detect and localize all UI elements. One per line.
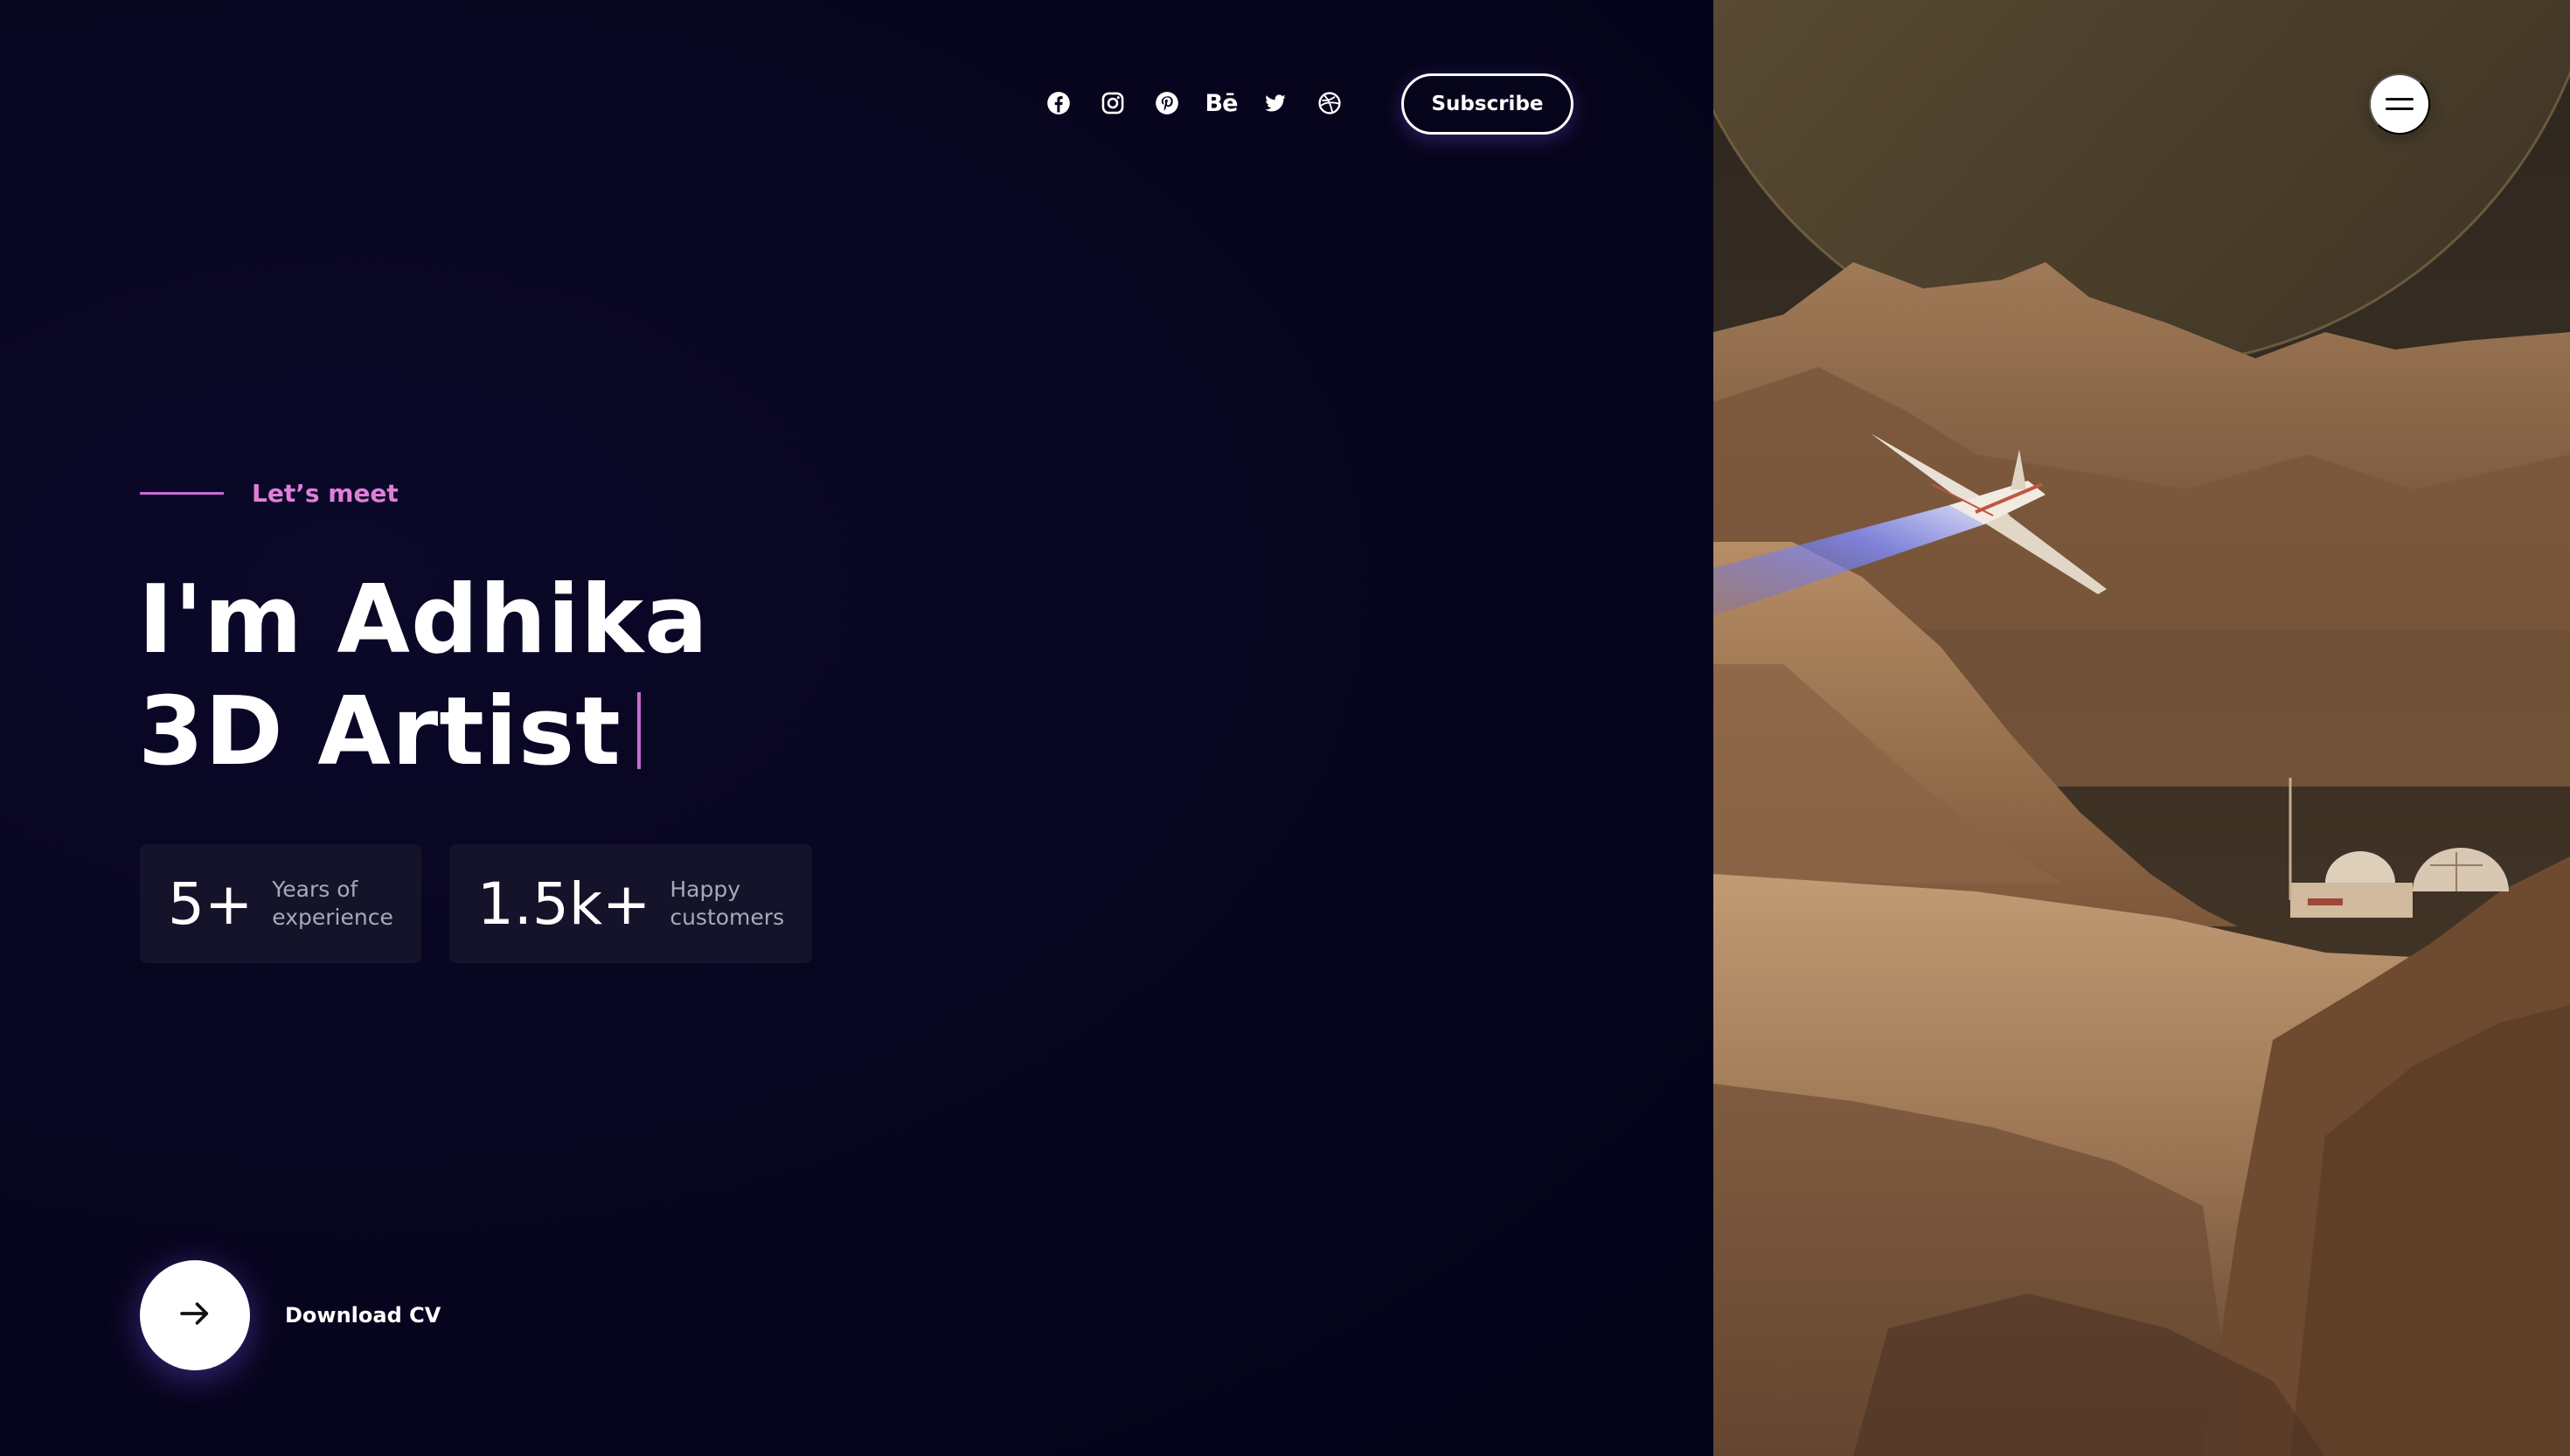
stat-value: 1.5k+	[476, 870, 651, 938]
menu-button[interactable]	[2369, 73, 2430, 135]
download-cv-link[interactable]: Download CV	[140, 1260, 441, 1370]
twitter-icon	[1263, 91, 1288, 115]
hamburger-menu-icon	[2386, 98, 2414, 110]
facebook-link[interactable]	[1031, 76, 1086, 130]
typing-caret	[636, 692, 641, 769]
social-links: Bē	[1031, 73, 1357, 133]
hero-title: I'm Adhika 3D Artist	[138, 565, 709, 788]
twitter-link[interactable]	[1248, 76, 1302, 130]
hero-illustration	[1713, 0, 2570, 1456]
stat-card-experience: 5+ Years of experience	[140, 844, 421, 963]
hero-title-line1: I'm Adhika	[138, 565, 709, 675]
stat-label: Years of experience	[272, 876, 393, 932]
stats: 5+ Years of experience 1.5k+ Happy custo…	[140, 844, 840, 963]
hero-title-line2: 3D Artist	[138, 676, 709, 788]
eyebrow-line	[140, 492, 224, 495]
eyebrow: Let’s meet	[140, 479, 399, 508]
stat-card-customers: 1.5k+ Happy customers	[448, 844, 813, 963]
download-cv-button[interactable]	[140, 1260, 250, 1370]
subscribe-button[interactable]: Subscribe	[1401, 73, 1573, 135]
mars-landscape-image	[1713, 0, 2570, 1456]
download-cv-label: Download CV	[285, 1303, 441, 1328]
eyebrow-text: Let’s meet	[252, 479, 399, 508]
instagram-link[interactable]	[1086, 76, 1140, 130]
facebook-icon	[1046, 91, 1071, 115]
stat-label-line2: experience	[272, 905, 393, 930]
hero-role: 3D Artist	[138, 677, 622, 787]
dribbble-link[interactable]	[1302, 76, 1357, 130]
pinterest-icon	[1155, 91, 1179, 115]
dribbble-icon	[1317, 91, 1342, 115]
intro-panel: Bē Subscribe Let’s meet I'm Adhika 3D Ar…	[0, 0, 1713, 1456]
stat-label-line1: Happy	[670, 877, 740, 902]
instagram-icon	[1101, 91, 1125, 115]
stat-label-line2: customers	[670, 905, 785, 930]
behance-link[interactable]: Bē	[1194, 76, 1248, 130]
stat-value: 5+	[168, 870, 254, 938]
stat-label: Happy customers	[670, 876, 784, 932]
stat-label-line1: Years of	[272, 877, 358, 902]
arrow-right-icon	[177, 1296, 212, 1335]
landing-page: Bē Subscribe Let’s meet I'm Adhika 3D Ar…	[0, 0, 2570, 1456]
behance-icon: Bē	[1205, 89, 1239, 117]
pinterest-link[interactable]	[1140, 76, 1194, 130]
